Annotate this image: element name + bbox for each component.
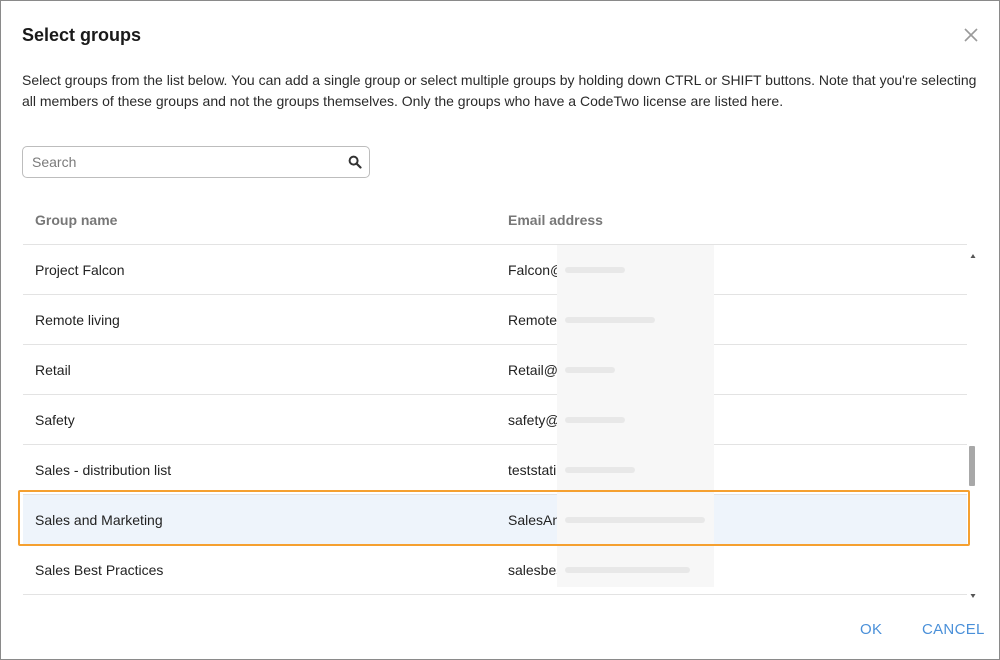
group-name-cell: Safety	[35, 412, 75, 428]
search-icon[interactable]	[348, 155, 362, 169]
group-name-cell: Sales and Marketing	[35, 512, 163, 528]
redacted-email-area	[557, 245, 714, 587]
scrollbar-thumb[interactable]	[969, 446, 975, 486]
cancel-button[interactable]: CANCEL	[922, 621, 985, 638]
email-cell: Remote	[508, 312, 558, 328]
column-header-group-name[interactable]: Group name	[35, 212, 117, 228]
group-name-cell: Retail	[35, 362, 71, 378]
email-cell: salesbes	[508, 562, 564, 578]
table-row-selected[interactable]: Sales and Marketing SalesAn	[23, 495, 967, 545]
group-name-cell: Remote living	[35, 312, 120, 328]
email-cell: teststati	[508, 462, 557, 478]
group-name-cell: Project Falcon	[35, 262, 125, 278]
table-row[interactable]: Sales Best Practices salesbes	[23, 545, 967, 595]
email-cell: SalesAn	[508, 512, 561, 528]
ok-button[interactable]: OK	[860, 621, 882, 638]
select-groups-dialog: Select groups Select groups from the lis…	[0, 0, 1000, 660]
close-icon[interactable]	[961, 25, 981, 45]
table-row[interactable]: Retail Retail@	[23, 345, 967, 395]
dialog-description: Select groups from the list below. You c…	[22, 72, 977, 109]
scroll-up-arrow-icon[interactable]	[969, 247, 977, 258]
email-cell: Retail@	[508, 362, 559, 378]
search-box	[22, 146, 370, 178]
group-name-cell: Sales Best Practices	[35, 562, 164, 578]
table-row[interactable]: Sales - distribution list teststati	[23, 445, 967, 495]
email-cell: Falcon@	[508, 262, 565, 278]
table-row[interactable]: Project Falcon Falcon@	[23, 245, 967, 295]
scroll-down-arrow-icon[interactable]	[969, 587, 977, 598]
group-name-cell: Sales - distribution list	[35, 462, 172, 478]
email-cell: safety@	[508, 412, 560, 428]
dialog-title: Select groups	[22, 25, 142, 45]
column-header-email-address[interactable]: Email address	[508, 212, 603, 228]
table-row[interactable]: Safety safety@	[23, 395, 967, 445]
groups-list: Project Falcon Falcon@ Remote living Rem…	[23, 245, 967, 597]
table-row[interactable]: Remote living Remote	[23, 295, 967, 345]
search-input[interactable]	[23, 147, 333, 177]
